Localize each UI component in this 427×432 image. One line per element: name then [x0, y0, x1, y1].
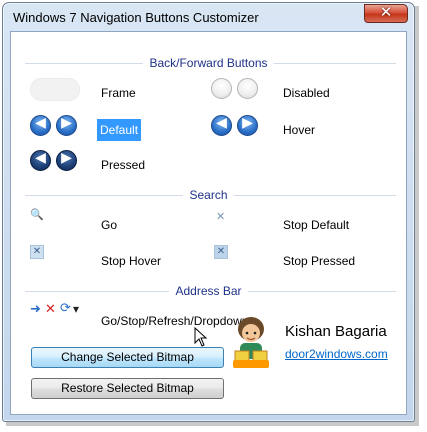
frame-preview[interactable]	[30, 78, 80, 101]
refresh-icon[interactable]: ⟳	[60, 301, 71, 316]
section-back-forward: Back/Forward Buttons	[11, 56, 406, 70]
stop-icon[interactable]: ✕	[45, 302, 56, 317]
author-avatar	[233, 317, 269, 368]
back-arrow-icon: ◀	[35, 115, 46, 131]
go-arrow-icon[interactable]: ➜	[30, 302, 41, 317]
search-go-icon[interactable]: 🔍	[30, 208, 44, 221]
window-title: Windows 7 Navigation Buttons Customizer	[13, 10, 259, 25]
stop-pressed-icon[interactable]: ✕	[214, 245, 228, 259]
author-name: Kishan Bagaria	[285, 323, 387, 340]
go-label[interactable]: Go	[101, 218, 117, 232]
default-label-selected[interactable]: Default	[97, 119, 142, 141]
back-arrow-icon: ◀	[35, 150, 46, 166]
stop-default-icon[interactable]: ✕	[216, 210, 225, 223]
disabled-back-button-preview[interactable]	[211, 78, 232, 99]
default-back-button-preview[interactable]: ◀	[30, 115, 51, 136]
forward-arrow-icon: ▶	[61, 115, 72, 131]
hover-back-button-preview[interactable]: ◀	[211, 115, 232, 136]
pressed-label[interactable]: Pressed	[101, 158, 145, 172]
author-website-link[interactable]: door2windows.com	[285, 347, 388, 361]
dropdown-icon[interactable]: ▾	[73, 302, 79, 316]
title-bar[interactable]: Windows 7 Navigation Buttons Customizer …	[3, 3, 414, 31]
section-search: Search	[11, 188, 406, 202]
disabled-forward-button-preview[interactable]	[237, 78, 258, 99]
close-button[interactable]: ✕	[364, 3, 408, 23]
mouse-cursor-icon	[194, 327, 208, 347]
section-address-bar: Address Bar	[11, 284, 406, 298]
forward-arrow-icon: ▶	[61, 150, 72, 166]
restore-selected-bitmap-button[interactable]: Restore Selected Bitmap	[31, 378, 224, 399]
close-icon: ✕	[379, 3, 393, 21]
default-forward-button-preview[interactable]: ▶	[56, 115, 77, 136]
hover-forward-button-preview[interactable]: ▶	[237, 115, 258, 136]
stop-default-label[interactable]: Stop Default	[283, 218, 349, 232]
frame-label[interactable]: Frame	[101, 86, 136, 100]
stop-hover-icon[interactable]: ✕	[30, 245, 44, 259]
stop-pressed-label[interactable]: Stop Pressed	[283, 254, 355, 268]
back-arrow-icon: ◀	[216, 115, 227, 131]
stop-hover-label[interactable]: Stop Hover	[101, 254, 161, 268]
disabled-label[interactable]: Disabled	[283, 86, 330, 100]
forward-arrow-icon: ▶	[242, 115, 253, 131]
pressed-forward-button-preview[interactable]: ▶	[56, 150, 77, 171]
change-selected-bitmap-button[interactable]: Change Selected Bitmap	[31, 347, 224, 368]
hover-label[interactable]: Hover	[283, 123, 315, 137]
pressed-back-button-preview[interactable]: ◀	[30, 150, 51, 171]
